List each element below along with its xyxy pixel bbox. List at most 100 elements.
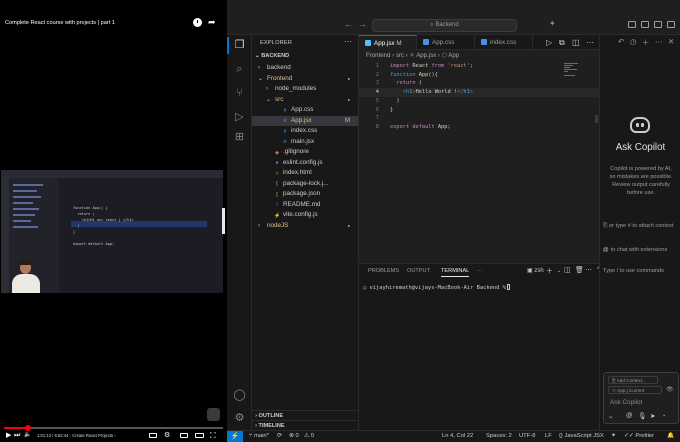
copilot-menu-icon[interactable]: ✦ (549, 19, 556, 28)
explorer-item[interactable]: ⚛ main.jsx (252, 137, 358, 148)
explorer-item[interactable]: < index.html (252, 168, 358, 179)
notifications-icon[interactable]: 🔔 (667, 431, 674, 442)
panel-more-actions-icon[interactable]: ⋯ (585, 266, 592, 274)
explorer-item[interactable]: # index.css (252, 126, 358, 137)
code-line[interactable]: 8 export default App; (359, 123, 599, 132)
forward-arrow-icon[interactable]: → (358, 19, 367, 29)
split-terminal-icon[interactable]: ◫ (564, 266, 571, 274)
explorer-icon[interactable]: ❐ (227, 37, 246, 54)
problems-errors[interactable]: ⊗ 0 (289, 431, 299, 442)
extensions-icon[interactable]: ⊞ (233, 131, 246, 144)
breadcrumb-item[interactable]: src (396, 52, 404, 59)
panel-more-icon[interactable]: ··· (477, 268, 483, 274)
chevron-down-icon[interactable]: ⌄ (266, 95, 271, 106)
explorer-item[interactable]: # App.css (252, 105, 358, 116)
fullscreen-icon[interactable]: ⛶ (210, 431, 216, 440)
toggle-panel-icon[interactable] (641, 21, 649, 28)
video-player[interactable]: Complete React course with projects | pa… (0, 0, 227, 442)
explorer-item[interactable]: {package.json (252, 189, 358, 200)
new-chat-icon[interactable]: ＋ (642, 37, 650, 48)
tab-output[interactable]: OUTPUT (407, 268, 430, 274)
editor-more-icon[interactable]: ⋯ (586, 38, 594, 47)
kill-terminal-icon[interactable]: 🗑 (575, 266, 584, 274)
chevron-down-icon[interactable]: ⌄ (258, 74, 263, 85)
breadcrumb-item[interactable]: Frontend (366, 52, 390, 59)
play-icon[interactable]: ▶ (6, 431, 11, 440)
code-line[interactable]: 6} (359, 106, 599, 115)
mention-icon[interactable]: @ (626, 412, 633, 419)
indentation[interactable]: Spaces: 2 (486, 431, 512, 442)
explorer-item[interactable]: › backend (252, 63, 358, 74)
cursor-position[interactable]: Ln 4, Col 22 (442, 431, 473, 442)
branch-icon[interactable]: ⑂ main* (249, 431, 269, 442)
next-icon[interactable]: ⏭ (14, 431, 20, 440)
explorer-item[interactable]: ◆ .gitignore (252, 147, 358, 158)
chevron-right-icon[interactable]: › (258, 63, 260, 74)
run-debug-icon[interactable]: ▷ (233, 111, 246, 124)
video-chapter[interactable]: Create React Projects (72, 433, 113, 438)
source-control-icon[interactable]: ⑂ (233, 87, 246, 100)
command-center-search[interactable]: ⌕ Backend (372, 19, 517, 32)
sync-icon[interactable]: ⟳ (277, 431, 282, 442)
send-options-icon[interactable]: ⌄ (662, 412, 666, 418)
run-file-icon[interactable]: ▷ (546, 38, 552, 47)
explorer-item[interactable]: ⚛ App.jsx M (252, 115, 358, 126)
tab-terminal[interactable]: TERMINAL (441, 268, 470, 277)
breadcrumb-item[interactable]: App (448, 52, 459, 59)
toggle-secondary-sidebar-icon[interactable] (654, 21, 662, 28)
explorer-item[interactable]: › nodeJS ● (252, 221, 358, 232)
share-icon[interactable]: ➦ (208, 17, 216, 28)
explorer-item[interactable]: ⌄ Frontend ● (252, 74, 358, 85)
close-chat-icon[interactable]: ✕ (668, 37, 674, 46)
terminal-dropdown-icon[interactable]: ⌄ (557, 268, 561, 274)
editor-tab[interactable]: App.jsx M (359, 35, 417, 50)
add-context-button[interactable]: ⎘ Add Context... (608, 376, 658, 384)
copilot-status-icon[interactable]: ✦ (611, 431, 616, 442)
new-terminal-icon[interactable]: ＋ (546, 266, 553, 276)
model-picker-icon[interactable]: ⌄ (608, 412, 614, 420)
prettier-status[interactable]: ✓✓ Prettier (624, 431, 654, 442)
copilot-input-box[interactable]: ⎘ Add Context... ⚛ App.j Current 👁 Ask C… (603, 372, 679, 424)
explorer-item[interactable]: › node_modules (252, 84, 358, 95)
video-progress-bar[interactable] (4, 425, 223, 431)
search-icon[interactable]: ⌕ (233, 63, 246, 76)
undo-icon[interactable]: ↶ (618, 37, 624, 46)
remote-icon[interactable]: ⚡ (227, 431, 243, 442)
encoding[interactable]: UTF-8 (519, 431, 535, 442)
line-ending[interactable]: LF (545, 431, 552, 442)
open-changes-icon[interactable]: ⧉ (559, 38, 565, 48)
chevron-right-icon[interactable]: › (266, 84, 268, 95)
code-line[interactable]: 4 <h1>Hello World !</h1> (359, 88, 599, 97)
split-editor-icon[interactable]: ◫ (572, 38, 580, 47)
language-mode[interactable]: {} JavaScript JSX (559, 431, 604, 442)
code-line[interactable]: 5 ) (359, 97, 599, 106)
terminal-shell[interactable]: ▣ zsh (527, 267, 544, 274)
explorer-item[interactable]: {package-lock.j... (252, 179, 358, 190)
explorer-more-icon[interactable]: ··· (344, 37, 352, 46)
send-icon[interactable]: ➤ (650, 412, 656, 420)
current-file-chip[interactable]: ⚛ App.j Current (608, 386, 662, 394)
tab-problems[interactable]: PROBLEMS (368, 268, 399, 274)
editor-tab[interactable]: index.css (475, 35, 533, 50)
editor-scrollbar[interactable] (595, 115, 598, 123)
breadcrumb-item[interactable]: App.jsx (416, 52, 436, 59)
code-line[interactable]: 7 (359, 114, 599, 123)
eye-icon[interactable]: 👁 (666, 386, 674, 393)
toggle-sidebar-icon[interactable] (628, 21, 636, 28)
explorer-item[interactable]: ● eslint.config.js (252, 158, 358, 169)
history-icon[interactable]: ◷ (630, 37, 637, 46)
explorer-item[interactable]: ⚡ vite.config.js (252, 210, 358, 221)
miniplayer-icon[interactable] (180, 433, 188, 438)
customize-layout-icon[interactable] (667, 21, 675, 28)
terminal-output[interactable]: ○ vijayhiremath@vijays-MacBook-Air Backe… (363, 284, 510, 291)
outline-section[interactable]: › OUTLINE (252, 410, 358, 420)
back-arrow-icon[interactable]: ← (344, 19, 353, 29)
volume-icon[interactable]: 🔈 (24, 431, 31, 440)
mic-icon[interactable]: 🎙 (638, 412, 646, 420)
editor-tab[interactable]: App.css (417, 35, 475, 50)
chat-settings-icon[interactable]: ⋯ (655, 37, 663, 46)
watch-later-icon[interactable] (193, 18, 202, 27)
manage-gear-icon[interactable]: ⚙ (233, 412, 246, 425)
channel-watermark-icon[interactable] (207, 408, 220, 421)
account-icon[interactable]: ◯ (233, 389, 246, 402)
